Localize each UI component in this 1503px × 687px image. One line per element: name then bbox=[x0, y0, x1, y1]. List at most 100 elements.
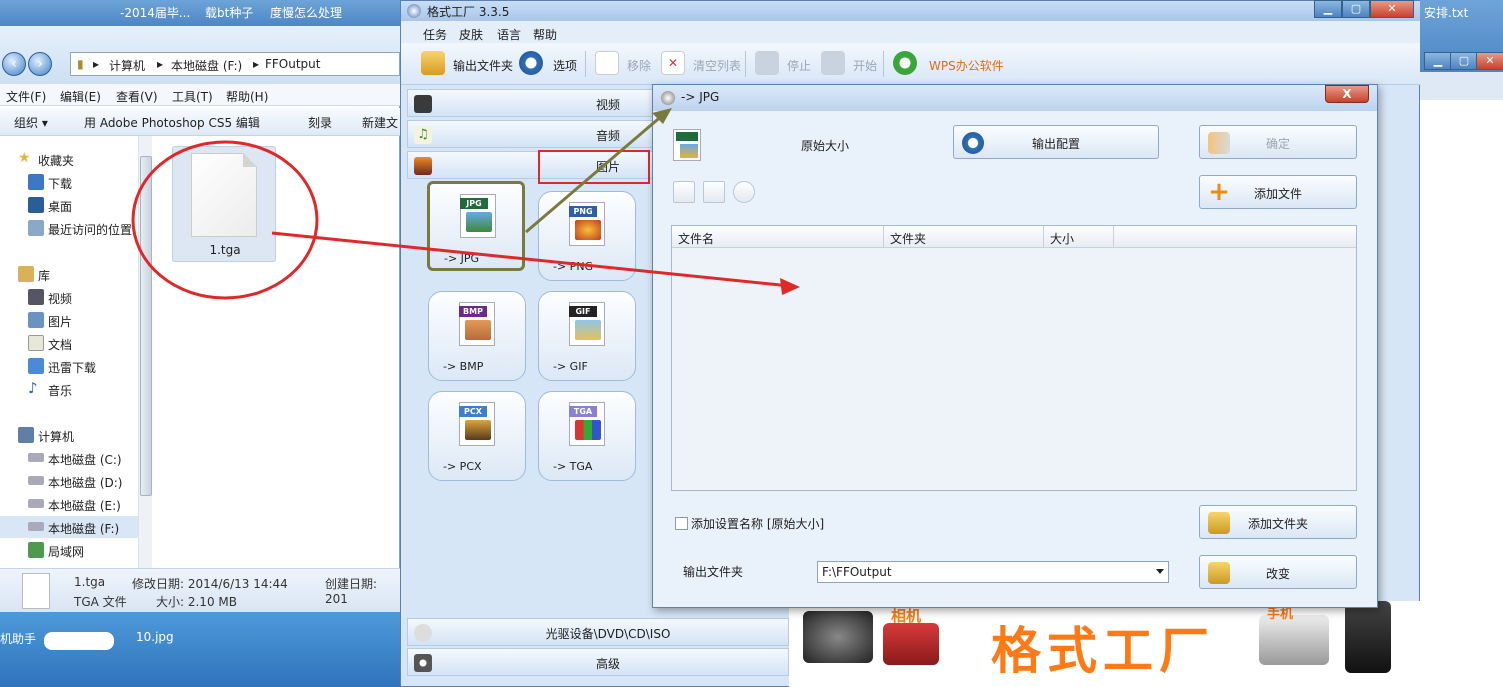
format-pcx[interactable]: PCX -> PCX bbox=[428, 391, 526, 481]
music-icon: ♪ bbox=[28, 379, 38, 397]
format-bmp[interactable]: BMP -> BMP bbox=[428, 291, 526, 381]
nav-videos[interactable]: 视频 bbox=[0, 286, 150, 308]
navigation-pane: ★ 收藏夹 下载 桌面 最近访问的位置 库 视频 图片 文档 迅雷下载 ♪ 音乐 计… bbox=[0, 136, 152, 568]
column-folder[interactable]: 文件夹 bbox=[884, 226, 1044, 248]
nav-computer[interactable]: 计算机 bbox=[0, 424, 150, 446]
forward-icon[interactable]: › bbox=[28, 52, 52, 76]
clear-items-icon[interactable] bbox=[703, 181, 725, 203]
stop-icon bbox=[755, 51, 779, 75]
smartphone-icon bbox=[1345, 601, 1391, 673]
dialog-app-icon bbox=[661, 91, 675, 105]
desktop-item[interactable]: 机助手 bbox=[0, 630, 36, 647]
play-icon[interactable] bbox=[733, 181, 755, 203]
nav-documents[interactable]: 文档 bbox=[0, 332, 150, 354]
close-button[interactable]: X bbox=[1325, 85, 1369, 103]
nav-music[interactable]: ♪ 音乐 bbox=[0, 378, 150, 400]
ff-menubar: 任务 皮肤 语言 帮助 bbox=[401, 21, 1421, 43]
menu-view[interactable]: 查看(V) bbox=[116, 88, 158, 105]
format-gif[interactable]: GIF -> GIF bbox=[538, 291, 636, 381]
category-optical[interactable]: 光驱设备\DVD\CD\ISO bbox=[407, 618, 789, 646]
drive-icon bbox=[28, 453, 44, 462]
minimize-icon[interactable]: ▁ bbox=[1424, 52, 1452, 70]
format-label: -> PCX bbox=[443, 460, 482, 473]
file-item[interactable]: 1.tga bbox=[172, 146, 276, 262]
breadcrumb-item[interactable]: FFOutput bbox=[265, 57, 321, 71]
column-filename[interactable]: 文件名 bbox=[672, 226, 884, 248]
close-icon[interactable]: ✕ bbox=[1476, 52, 1503, 70]
file-icon bbox=[191, 153, 257, 237]
nav-thunder[interactable]: 迅雷下载 bbox=[0, 355, 150, 377]
menu-file[interactable]: 文件(F) bbox=[6, 88, 46, 105]
back-icon[interactable]: ‹ bbox=[2, 52, 26, 76]
nav-favorites[interactable]: ★ 收藏夹 bbox=[0, 148, 150, 170]
format-label: -> JPG bbox=[444, 252, 480, 265]
desktop-item[interactable]: 10.jpg bbox=[136, 630, 174, 644]
ff-menu-skin[interactable]: 皮肤 bbox=[459, 26, 483, 43]
desktop-item[interactable]: 度慢怎么处理 bbox=[270, 4, 342, 21]
format-png[interactable]: PNG -> PNG bbox=[538, 191, 636, 281]
file-name: 1.tga bbox=[209, 243, 241, 257]
file-list[interactable]: 文件名 文件夹 大小 bbox=[671, 225, 1357, 491]
ff-minimize-icon[interactable]: ▁ bbox=[1314, 0, 1342, 18]
ff-maximize-icon[interactable]: ▢ bbox=[1342, 0, 1370, 18]
new-folder-button[interactable]: 新建文 bbox=[362, 114, 398, 131]
breadcrumb-sep-icon: ▸ bbox=[93, 57, 100, 71]
change-button[interactable]: 改变 bbox=[1199, 555, 1357, 589]
format-label: -> BMP bbox=[443, 360, 484, 373]
format-tga[interactable]: TGA -> TGA bbox=[538, 391, 636, 481]
nav-drive-e[interactable]: 本地磁盘 (E:) bbox=[0, 493, 150, 515]
star-icon: ★ bbox=[18, 150, 31, 166]
ff-close-icon[interactable]: ✕ bbox=[1370, 0, 1414, 18]
format-label: -> GIF bbox=[553, 360, 588, 373]
ff-menu-task[interactable]: 任务 bbox=[423, 26, 447, 43]
organize-button[interactable]: 组织 ▾ bbox=[14, 114, 48, 131]
column-size[interactable]: 大小 bbox=[1044, 226, 1114, 248]
paint-icon bbox=[465, 320, 491, 340]
nav-recent[interactable]: 最近访问的位置 bbox=[0, 217, 150, 239]
ff-menu-language[interactable]: 语言 bbox=[497, 26, 521, 43]
nav-desktop[interactable]: 桌面 bbox=[0, 194, 150, 216]
dialog-titlebar: -> JPG X bbox=[653, 85, 1377, 111]
category-advanced[interactable]: 高级 bbox=[407, 648, 789, 676]
nav-drive-d[interactable]: 本地磁盘 (D:) bbox=[0, 470, 150, 492]
add-file-button[interactable]: + 添加文件 bbox=[1199, 175, 1357, 209]
explorer-toolbar: 组织 ▾ 用 Adobe Photoshop CS5 编辑 刻录 新建文 bbox=[0, 108, 400, 136]
blurred-region bbox=[44, 632, 114, 650]
menu-edit[interactable]: 编辑(E) bbox=[60, 88, 101, 105]
edit-with-photoshop-button[interactable]: 用 Adobe Photoshop CS5 编辑 bbox=[84, 114, 260, 131]
output-config-button[interactable]: 输出配置 bbox=[953, 125, 1159, 159]
format-jpg[interactable]: JPG -> JPG bbox=[427, 181, 525, 271]
menu-tools[interactable]: 工具(T) bbox=[172, 88, 213, 105]
desktop-item[interactable]: -2014届毕... bbox=[120, 4, 190, 21]
details-modified: 修改日期: 2014/6/13 14:44 bbox=[132, 577, 288, 591]
address-bar[interactable]: ▮ ▸ 计算机 ▸ 本地磁盘 (F:) ▸ FFOutput bbox=[70, 52, 400, 76]
nav-pictures[interactable]: 图片 bbox=[0, 309, 150, 331]
folder-icon: ▮ bbox=[77, 57, 84, 71]
append-setting-checkbox[interactable] bbox=[675, 517, 688, 530]
nav-downloads[interactable]: 下载 bbox=[0, 171, 150, 193]
add-folder-button[interactable]: 添加文件夹 bbox=[1199, 505, 1357, 539]
maximize-icon[interactable]: ▢ bbox=[1450, 52, 1478, 70]
app-icon bbox=[407, 4, 421, 18]
format-tag: BMP bbox=[459, 306, 487, 317]
desktop-item[interactable]: 载bt种子 bbox=[205, 4, 253, 21]
breadcrumb-item[interactable]: 计算机 bbox=[109, 57, 145, 74]
append-setting-label: 添加设置名称 [原始大小] bbox=[691, 517, 825, 531]
remove-item-icon[interactable] bbox=[673, 181, 695, 203]
breadcrumb-sep-icon: ▸ bbox=[157, 57, 164, 71]
menu-help[interactable]: 帮助(H) bbox=[226, 88, 268, 105]
nav-libraries[interactable]: 库 bbox=[0, 263, 150, 285]
scroll-thumb[interactable] bbox=[140, 156, 152, 496]
details-size: 大小: 2.10 MB bbox=[156, 595, 237, 609]
burn-button[interactable]: 刻录 bbox=[308, 114, 332, 131]
nav-drive-f[interactable]: 本地磁盘 (F:) bbox=[0, 516, 150, 538]
ok-button[interactable]: 确定 bbox=[1199, 125, 1357, 159]
picture-icon bbox=[680, 144, 698, 158]
ff-menu-help[interactable]: 帮助 bbox=[533, 26, 557, 43]
nav-drive-c[interactable]: 本地磁盘 (C:) bbox=[0, 447, 150, 469]
breadcrumb-item[interactable]: 本地磁盘 (F:) bbox=[171, 57, 242, 74]
nav-scrollbar[interactable] bbox=[138, 136, 152, 568]
output-folder-select[interactable]: F:\FFOutput bbox=[817, 561, 1169, 583]
background-file[interactable]: 安排.txt bbox=[1424, 4, 1468, 21]
nav-network[interactable]: 局域网 bbox=[0, 539, 150, 561]
